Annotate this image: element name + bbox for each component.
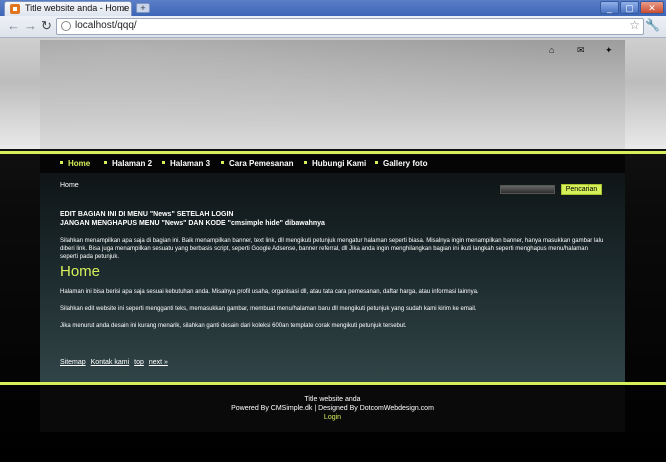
tab-title: Title website anda - Home xyxy=(25,3,130,13)
paragraph-1: Halaman ini bisa berisi apa saja sesuai … xyxy=(60,289,479,295)
nav-item-hubungi-kami[interactable]: Hubungi Kami xyxy=(304,159,366,168)
edit-notice: EDIT BAGIAN INI DI MENU "News" SETELAH L… xyxy=(60,210,600,228)
paragraph-3: Jika menurut anda desain ini kurang mena… xyxy=(60,323,407,329)
nav-bullet xyxy=(104,161,107,165)
search-button[interactable]: Pencarian xyxy=(561,184,602,195)
nav-item-cara-pemesanan[interactable]: Cara Pemesanan xyxy=(221,159,293,168)
nav-bullet xyxy=(162,161,165,165)
nav-item-home[interactable]: Home xyxy=(60,159,90,168)
header-divider xyxy=(0,151,666,154)
site-header: ⌂ ✉ ✦ xyxy=(0,38,666,149)
main-nav: Home Halaman 2 Halaman 3 Cara Pemesanan … xyxy=(40,155,625,173)
close-window-button[interactable]: ✕ xyxy=(640,1,664,14)
nav-item-gallery-foto[interactable]: Gallery foto xyxy=(375,159,427,168)
favicon-icon xyxy=(10,4,20,14)
nav-item-halaman-2[interactable]: Halaman 2 xyxy=(104,159,152,168)
login-link[interactable]: Login xyxy=(40,413,625,422)
bookmark-star-icon[interactable]: ☆ xyxy=(629,18,640,32)
sitemap-link[interactable]: Sitemap xyxy=(60,359,86,366)
maximize-button[interactable]: ▢ xyxy=(620,1,639,14)
home-icon[interactable]: ⌂ xyxy=(549,45,554,55)
window-controls: _ ▢ ✕ xyxy=(600,1,664,14)
nav-bullet xyxy=(304,161,307,165)
intro-paragraph: Silahkan menampilkan apa saja di bagian … xyxy=(60,238,604,260)
wrench-menu-icon[interactable]: 🔧 xyxy=(645,18,660,32)
top-link[interactable]: top xyxy=(134,359,144,366)
back-icon[interactable]: ← xyxy=(7,19,20,33)
page-title: Home xyxy=(60,263,101,280)
minimize-button[interactable]: _ xyxy=(600,1,619,14)
browser-titlebar: Title website anda - Home x + _ ▢ ✕ xyxy=(0,0,666,16)
browser-tab[interactable]: Title website anda - Home x xyxy=(4,1,132,16)
mail-icon[interactable]: ✉ xyxy=(577,45,585,56)
nav-item-halaman-3[interactable]: Halaman 3 xyxy=(162,159,210,168)
address-url[interactable]: localhost/qqq/ xyxy=(75,20,137,31)
new-tab-button[interactable]: + xyxy=(136,3,150,13)
footer-title: Title website anda xyxy=(304,396,361,403)
notice-line-1: EDIT BAGIAN INI DI MENU "News" SETELAH L… xyxy=(60,211,234,218)
site-footer: Title website anda Powered By CMSimple.d… xyxy=(40,386,625,432)
bottom-links: Sitemap Kontak kami top next » xyxy=(60,359,171,366)
notice-line-2: JANGAN MENGHAPUS MENU "News" DAN KODE "c… xyxy=(60,220,325,227)
paragraph-2: Silahkan edit website ini seperti mengga… xyxy=(60,306,477,312)
contact-link[interactable]: Kontak kami xyxy=(91,359,130,366)
nav-bullet xyxy=(375,161,378,165)
search-input[interactable] xyxy=(500,185,555,194)
main-content: Home Pencarian EDIT BAGIAN INI DI MENU "… xyxy=(40,173,625,383)
forward-icon[interactable]: → xyxy=(24,19,37,33)
reload-icon[interactable]: ↻ xyxy=(41,19,52,33)
nav-bullet xyxy=(60,161,63,165)
footer-credits: Powered By CMSimple.dk | Designed By Dot… xyxy=(231,405,434,412)
header-banner: ⌂ ✉ ✦ xyxy=(40,40,625,149)
browser-toolbar: ← → ↻ localhost/qqq/ ☆ 🔧 xyxy=(0,16,666,38)
sitemap-icon[interactable]: ✦ xyxy=(605,45,613,56)
next-link[interactable]: next » xyxy=(149,359,168,366)
web-page: ⌂ ✉ ✦ Home Halaman 2 Halaman 3 Cara Peme… xyxy=(0,38,666,462)
address-bar[interactable]: localhost/qqq/ ☆ xyxy=(56,18,644,35)
breadcrumb: Home xyxy=(60,182,79,189)
page-info-icon[interactable] xyxy=(61,21,71,31)
nav-bullet xyxy=(221,161,224,165)
footer-divider xyxy=(0,382,666,385)
tab-close-button[interactable]: x xyxy=(122,3,127,13)
